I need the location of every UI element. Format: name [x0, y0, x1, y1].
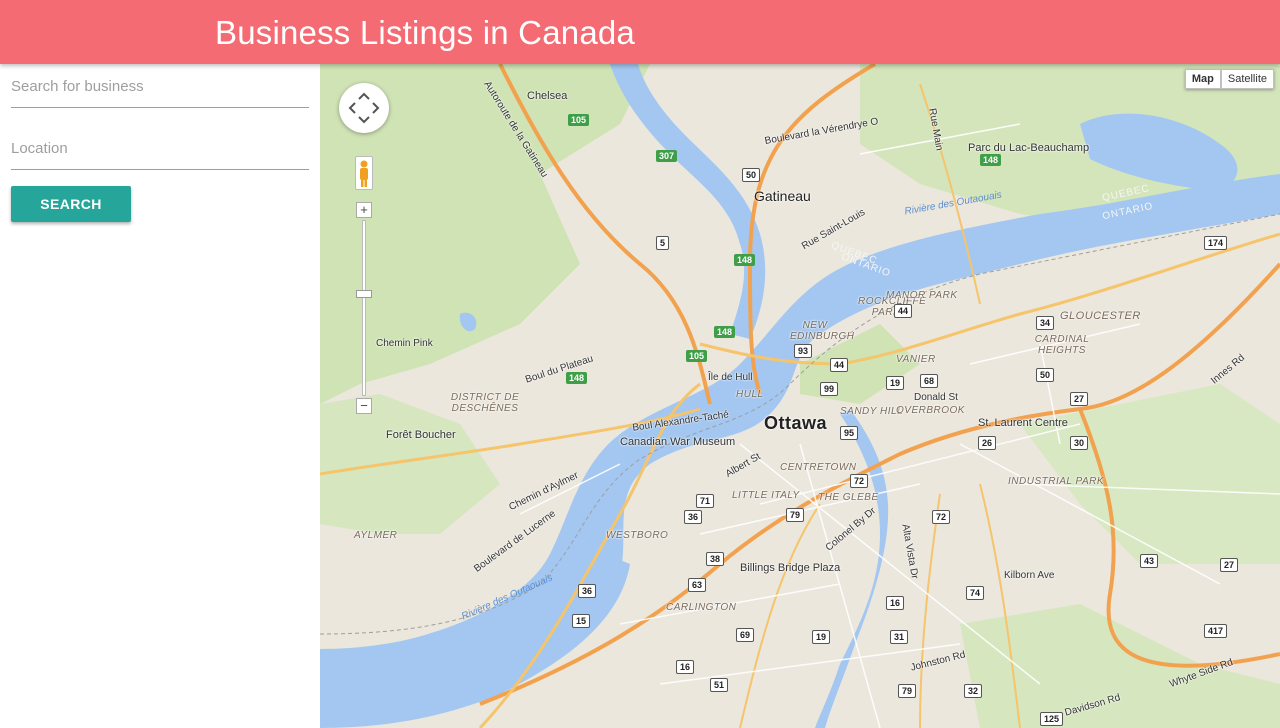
route-shield: 63 — [688, 578, 707, 592]
map-label: Donald St — [914, 392, 958, 403]
route-shield: 16 — [886, 596, 905, 610]
route-shield: 79 — [786, 508, 805, 522]
route-shield: 31 — [890, 630, 909, 644]
map-label: WESTBORO — [606, 530, 669, 541]
route-shield: 105 — [568, 114, 590, 126]
street-view-pegman-icon[interactable] — [355, 156, 373, 190]
route-shield: 68 — [920, 374, 939, 388]
map-label: CARLINGTON — [666, 602, 737, 613]
map-label: OVERBROOK — [896, 405, 965, 416]
route-shield: 5 — [656, 236, 670, 250]
route-shield: 174 — [1204, 236, 1228, 250]
map-label: AYLMER — [354, 530, 398, 541]
route-shield: 51 — [710, 678, 729, 692]
zoom-out-button[interactable]: − — [356, 398, 372, 414]
route-shield: 79 — [898, 684, 917, 698]
map-canvas[interactable]: Chelsea Gatineau Ottawa HULL Île de Hull… — [320, 64, 1280, 728]
route-shield: 15 — [572, 614, 591, 628]
route-shield: 50 — [742, 168, 761, 182]
route-shield: 36 — [578, 584, 597, 598]
map-label: Chemin Pink — [376, 338, 433, 349]
route-shield: 71 — [696, 494, 715, 508]
business-search-field[interactable] — [11, 64, 309, 108]
route-shield: 32 — [964, 684, 983, 698]
route-shield: 125 — [1040, 712, 1064, 726]
map-label: CARDINAL HEIGHTS — [1034, 334, 1090, 356]
map-label: VANIER — [896, 354, 936, 365]
map-label: Ottawa — [764, 413, 828, 433]
pan-control[interactable] — [339, 83, 389, 133]
route-shield: 19 — [812, 630, 831, 644]
location-input[interactable] — [11, 126, 309, 169]
map-label: GLOUCESTER — [1060, 310, 1141, 322]
route-shield: 27 — [1070, 392, 1089, 406]
map-type-map-button[interactable]: Map — [1184, 69, 1221, 89]
route-shield: 69 — [736, 628, 755, 642]
route-shield: 307 — [656, 150, 678, 162]
route-shield: 43 — [1140, 554, 1159, 568]
route-shield: 417 — [1204, 624, 1228, 638]
route-shield: 36 — [684, 510, 703, 524]
map-label: Île de Hull — [708, 372, 753, 383]
route-shield: 148 — [714, 326, 736, 338]
location-field[interactable] — [11, 126, 309, 170]
route-shield: 27 — [1220, 558, 1239, 572]
page-title: Business Listings in Canada — [215, 14, 635, 51]
business-search-input[interactable] — [11, 64, 309, 107]
map-label: Chelsea — [527, 90, 568, 102]
route-shield: 93 — [794, 344, 813, 358]
route-shield: 105 — [686, 350, 708, 362]
route-shield: 16 — [676, 660, 695, 674]
map-label: NEW EDINBURGH — [790, 320, 855, 342]
map-label: Forêt Boucher — [386, 429, 456, 441]
map-label: Kilborn Ave — [1004, 570, 1055, 581]
route-shield: 38 — [706, 552, 725, 566]
route-shield: 44 — [894, 304, 913, 318]
map-label: LITTLE ITALY — [732, 490, 800, 501]
zoom-slider-thumb[interactable] — [356, 290, 372, 298]
app-header: Business Listings in Canada — [0, 0, 1280, 64]
map-label: Canadian War Museum — [620, 436, 736, 448]
route-shield: 95 — [840, 426, 859, 440]
route-shield: 99 — [820, 382, 839, 396]
route-shield: 148 — [566, 372, 588, 384]
route-shield: 148 — [734, 254, 756, 266]
route-shield: 74 — [966, 586, 985, 600]
route-shield: 26 — [978, 436, 997, 450]
zoom-in-button[interactable]: + — [356, 202, 372, 218]
route-shield: 72 — [932, 510, 951, 524]
route-shield: 72 — [850, 474, 869, 488]
map-label: HULL — [736, 389, 764, 400]
route-shield: 30 — [1070, 436, 1089, 450]
map-type-satellite-button[interactable]: Satellite — [1220, 69, 1274, 89]
map-label: CENTRETOWN — [780, 462, 857, 473]
route-shield: 19 — [886, 376, 905, 390]
sidebar: SEARCH — [0, 64, 320, 728]
route-shield: 50 — [1036, 368, 1055, 382]
zoom-slider-track[interactable] — [362, 220, 366, 396]
search-button[interactable]: SEARCH — [11, 186, 131, 222]
map-label: THE GLEBE — [818, 492, 879, 503]
map-label: DISTRICT DE DESCHÊNES — [450, 392, 520, 414]
route-shield: 34 — [1036, 316, 1055, 330]
route-shield: 44 — [830, 358, 849, 372]
map-label: INDUSTRIAL PARK — [1008, 476, 1105, 487]
map-label: SANDY HILL — [840, 406, 904, 417]
map-label: Parc du Lac-Beauchamp — [968, 142, 1090, 154]
map-label: MANOR PARK — [886, 290, 958, 301]
pan-arrows-icon — [348, 92, 380, 124]
map-type-control: Map Satellite — [1184, 69, 1274, 89]
route-shield: 148 — [980, 154, 1002, 166]
map-label: St. Laurent Centre — [978, 417, 1068, 429]
map-label: Gatineau — [754, 188, 811, 204]
map-label: Billings Bridge Plaza — [740, 562, 841, 574]
